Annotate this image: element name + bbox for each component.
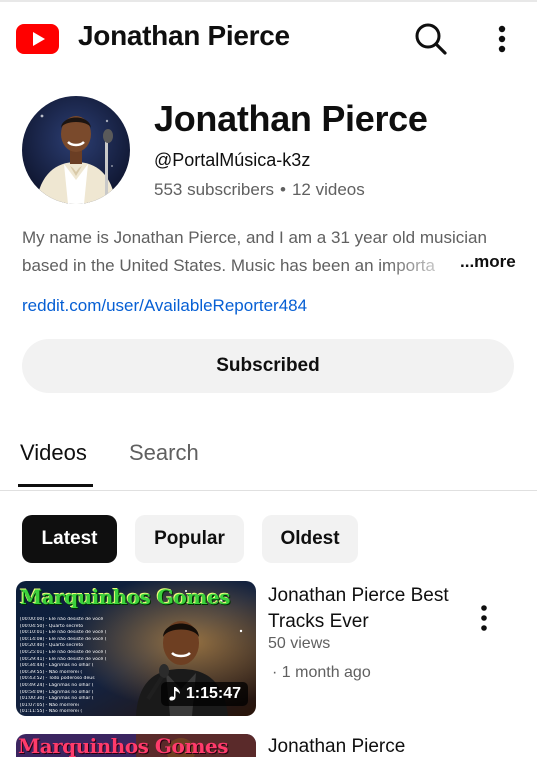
video-thumbnail[interactable]: Marquinhos Gomes [00:00:00] - Ele não de… xyxy=(16,581,256,716)
video-list-item[interactable]: Marquinhos Gomes Jonathan Pierce xyxy=(16,734,521,757)
channel-external-link[interactable]: reddit.com/user/AvailableReporter484 xyxy=(22,296,307,316)
filter-chip-popular[interactable]: Popular xyxy=(135,515,244,563)
description-fade xyxy=(384,252,464,280)
description-line: My name is Jonathan Pierce, and I am a 3… xyxy=(22,228,487,247)
active-tab-indicator xyxy=(18,484,93,487)
thumbnail-overlay-title: Marquinhos Gomes xyxy=(18,734,228,757)
video-duration-badge: 1:15:47 xyxy=(160,682,248,706)
duration-text: 1:15:47 xyxy=(185,685,241,702)
tab-search[interactable]: Search xyxy=(129,440,199,466)
tracklist-line: [00:04:50] - Quarto secreto xyxy=(20,623,84,629)
stats-separator: • xyxy=(280,180,286,199)
video-views: 50 views xyxy=(268,635,331,652)
tracklist-line: [00:10:01] - Ele não desiste de você ( xyxy=(20,630,107,636)
video-count: 12 videos xyxy=(291,180,365,199)
tracklist-line: [00:39:55] - Não morrerei ( xyxy=(20,669,83,675)
video-more-icon[interactable] xyxy=(476,603,492,633)
tracklist-line: [01:07:05] - Não morrerei xyxy=(20,702,79,708)
tracklist-line: [00:54:09] - Lágrimas no olhar ( xyxy=(20,689,94,695)
description-line: based in the United States. Music has be… xyxy=(22,252,518,280)
video-thumbnail[interactable]: Marquinhos Gomes xyxy=(16,734,256,757)
filter-chip-latest[interactable]: Latest xyxy=(22,515,117,563)
tracklist-line: [00:14:08] - Ele não desiste de você ( xyxy=(20,636,107,642)
video-list-item[interactable]: Marquinhos Gomes [00:00:00] - Ele não de… xyxy=(16,581,521,717)
more-vertical-icon[interactable] xyxy=(488,22,516,56)
filter-chip-oldest[interactable]: Oldest xyxy=(262,515,358,563)
app-bar-title: Jonathan Pierce xyxy=(78,20,290,51)
tracklist-line: [00:49:24] - Lágrimas no olhar ( xyxy=(20,682,94,688)
thumbnail-overlay-title: Marquinhos Gomes xyxy=(20,585,230,609)
description-more-link[interactable]: ...more xyxy=(458,252,516,272)
tracklist-line: [00:34:44] - Lágrimas no olhar ( xyxy=(20,663,94,669)
top-app-bar: Jonathan Pierce xyxy=(0,0,537,72)
channel-description[interactable]: My name is Jonathan Pierce, and I am a 3… xyxy=(22,224,518,280)
channel-tabs: Videos Search xyxy=(0,424,537,491)
search-icon[interactable] xyxy=(412,20,448,56)
channel-stats: 553 subscribers • 12 videos xyxy=(154,180,365,200)
tab-videos[interactable]: Videos xyxy=(20,440,87,466)
tracklist-line: [00:29:41] - Ele não desiste de você ( xyxy=(20,656,107,662)
tracklist-line: [00:20:40] - Quarto secreto xyxy=(20,643,84,649)
subscribed-button[interactable]: Subscribed xyxy=(22,339,514,393)
music-note-icon xyxy=(169,687,180,701)
channel-handle: @PortalMúsica-k3z xyxy=(154,150,311,170)
thumbnail-tracklist: [00:00:00] - Ele não desiste de você [00:… xyxy=(20,617,128,716)
channel-avatar[interactable] xyxy=(22,96,130,204)
video-title[interactable]: Jonathan Pierce xyxy=(268,736,405,757)
description-line-text: based in the United States. Music has be… xyxy=(22,256,435,275)
tracklist-line: [00:43:52] - Todo poderoso deus xyxy=(20,676,95,682)
video-age: · 1 month ago xyxy=(272,664,371,681)
youtube-logo-icon[interactable] xyxy=(16,24,59,54)
subscriber-count: 553 subscribers xyxy=(154,180,275,199)
channel-name: Jonathan Pierce xyxy=(154,98,428,139)
tracklist-line: [01:00:30] - Lágrimas no olhar ( xyxy=(20,696,94,702)
video-title[interactable]: Jonathan Pierce Best Tracks Ever xyxy=(268,583,468,635)
tracklist-line: [00:25:01] - Ele não desiste de você ( xyxy=(20,649,107,655)
tracklist-line: [00:00:00] - Ele não desiste de você xyxy=(20,617,104,622)
tracklist-line: [01:11:55] - Não morrerei ( xyxy=(20,709,83,715)
